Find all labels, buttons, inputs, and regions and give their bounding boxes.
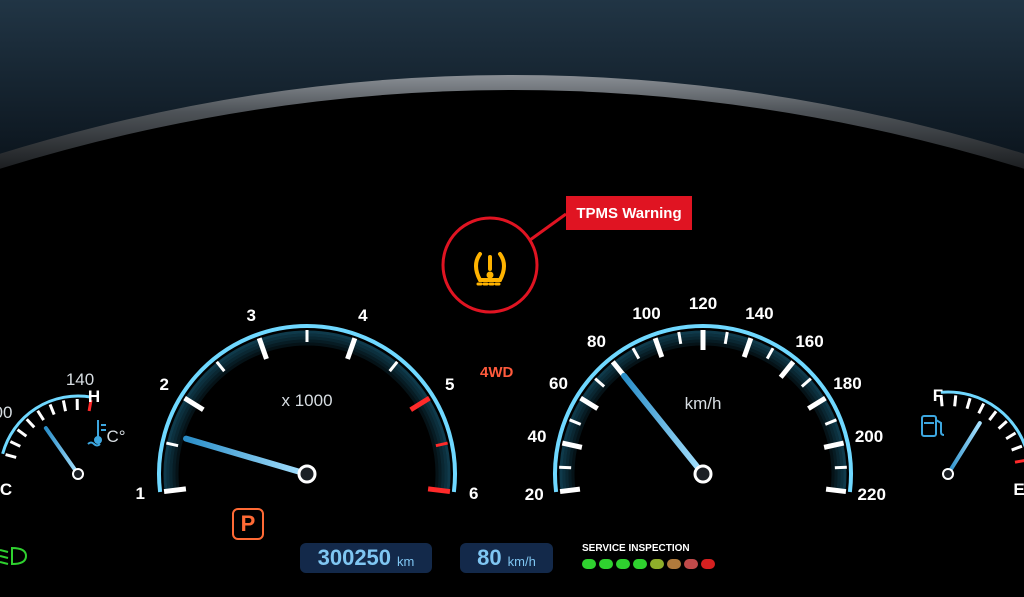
gauge-label: H [87, 387, 101, 406]
instrument-cluster: 1 2 3 4 5 6 20 40 60 80 100 120 140 160 180 200 220 140 H C… [0, 0, 1024, 597]
minor-tick [953, 395, 958, 407]
minor-tick [1014, 459, 1024, 464]
odometer-unit: km [397, 553, 415, 569]
gauge-label: 160 [795, 331, 824, 351]
service-dot [650, 559, 664, 569]
gauge-label: 220 [857, 484, 886, 504]
gauge-label: 00 [0, 403, 13, 422]
needle-hub [942, 468, 954, 480]
needle-hub [72, 468, 84, 480]
gauge-label: 2 [159, 375, 169, 395]
major-tick [825, 486, 847, 495]
gauge-label: 180 [833, 374, 862, 394]
major-tick [163, 486, 187, 495]
service-dot [582, 559, 596, 569]
speed-readout-unit: km/h [507, 553, 536, 569]
speed-readout: 80 km/h [460, 543, 553, 573]
gauge-label: 4 [358, 305, 368, 325]
gauge-label: E [1013, 480, 1024, 499]
minor-tick [559, 465, 572, 470]
service-inspection-label: SERVICE INSPECTION [582, 543, 690, 554]
gauge-label: 60 [549, 374, 568, 394]
gauge-label: 5 [445, 375, 455, 395]
needle-hub [693, 464, 713, 484]
gauge-label: 6 [469, 484, 479, 504]
4wd-indicator: 4WD [480, 364, 514, 381]
odometer-value: 300250 [317, 545, 392, 570]
gauge-label: 20 [524, 484, 544, 504]
gauge-label: 140 [745, 303, 774, 323]
speed-readout-value: 80 [477, 545, 502, 570]
gear-indicator: P [232, 508, 264, 540]
speedometer-unit: km/h [684, 394, 722, 413]
service-dot [633, 559, 647, 569]
gauge-label: 1 [135, 484, 145, 504]
gauge-label: 100 [632, 303, 661, 323]
needle-hub [297, 464, 317, 484]
service-dot [667, 559, 681, 569]
minor-tick [61, 400, 67, 412]
tachometer-unit: x 1000 [281, 391, 333, 410]
gauge-label: F [932, 386, 944, 405]
cluster-graphics [0, 0, 1024, 597]
gauge-label: C° [106, 427, 126, 446]
service-dot [701, 559, 715, 569]
minor-tick [834, 465, 847, 470]
gauge-label: C [0, 480, 13, 499]
gauge-label: 200 [854, 427, 884, 447]
service-dot [684, 559, 698, 569]
service-dot [616, 559, 630, 569]
tpms-warning-callout: TPMS Warning [566, 196, 692, 230]
gauge-label: 3 [246, 305, 256, 325]
service-dot [599, 559, 613, 569]
gauge-label: 80 [587, 331, 606, 351]
gauge-label: 120 [688, 294, 718, 313]
odometer: 300250 km [300, 543, 432, 573]
minor-tick [677, 331, 683, 345]
major-tick [427, 486, 451, 495]
service-inspection-indicator [582, 559, 715, 569]
minor-tick [723, 331, 729, 345]
major-tick [559, 486, 581, 495]
gauge-label: 40 [527, 427, 547, 447]
